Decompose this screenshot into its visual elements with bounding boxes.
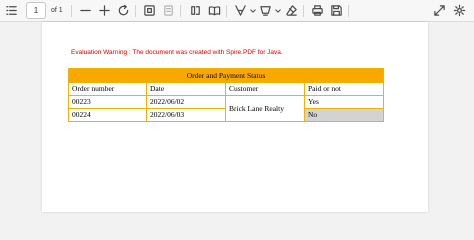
toolbar-divider [180,5,181,17]
evaluation-warning: Evaluation Warning : The document was cr… [71,49,283,56]
column-header: Order number [68,82,147,96]
toolbar-divider [71,5,72,17]
rotate-icon[interactable] [116,3,131,18]
page-total-label: of 1 [51,7,63,14]
order-number-cell: 00223 [68,95,147,109]
contents-icon[interactable] [4,3,19,18]
zoom-out-icon[interactable] [78,3,93,18]
table-title-row: Order and Payment Status [67,68,385,83]
page-number-input[interactable]: 1 [26,2,46,19]
table-title: Order and Payment Status [67,68,385,83]
read-aloud-icon[interactable] [188,3,203,18]
order-number-cell: 00224 [68,108,147,122]
toolbar-divider [348,5,349,17]
pdf-page: Evaluation Warning : The document was cr… [42,22,428,212]
print-icon[interactable] [310,3,325,18]
table-header-row: Order number Date Customer Paid or not [68,82,385,96]
toolbar-divider [226,5,227,17]
date-cell: 2022/06/02 [146,95,226,109]
book-icon[interactable] [207,3,222,18]
save-icon[interactable] [329,3,344,18]
paid-cell: Yes [303,95,385,109]
toolbar-divider [135,5,136,17]
paid-cell: No [303,108,385,122]
settings-icon[interactable] [452,3,467,18]
pdf-toolbar: 1 of 1 [0,0,474,22]
pages-icon[interactable] [161,3,176,18]
zoom-in-icon[interactable] [97,3,112,18]
column-header: Paid or not [303,82,385,96]
column-header: Customer [225,82,305,96]
chevron-down-icon[interactable] [270,3,285,18]
fit-page-icon[interactable] [142,3,157,18]
document-viewer[interactable]: Evaluation Warning : The document was cr… [0,22,474,212]
fullscreen-icon[interactable] [432,3,447,18]
payment-status-table: Order and Payment Status Order number Da… [67,68,385,122]
column-header: Date [146,82,226,96]
date-cell: 2022/06/03 [146,108,226,122]
eraser-icon[interactable] [284,3,299,18]
table-row: 00223 2022/06/02 Brick Lane Realty Yes [68,95,385,122]
toolbar-divider [303,5,304,17]
customer-cell: Brick Lane Realty [225,95,305,122]
